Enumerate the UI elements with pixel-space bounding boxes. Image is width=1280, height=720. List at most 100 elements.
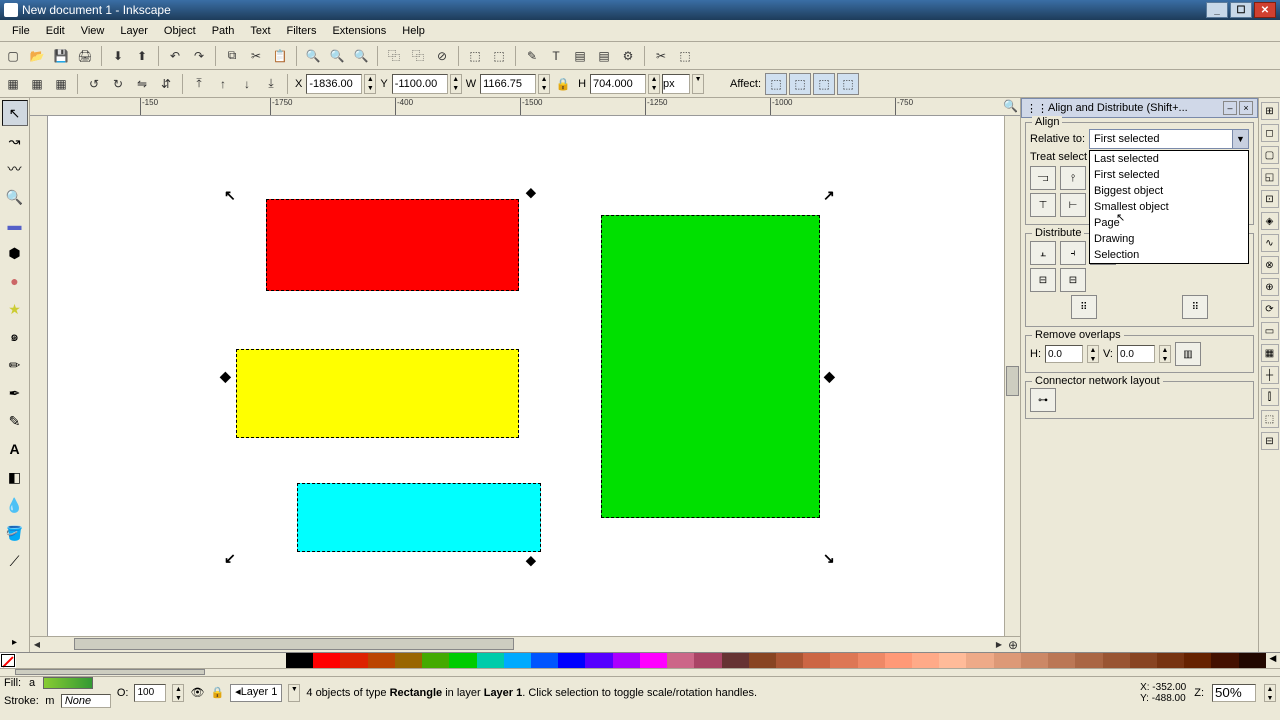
swatch[interactable] [912, 653, 939, 669]
handle-nw[interactable]: ↖ [224, 187, 236, 204]
bezier-tool[interactable]: ✒ [2, 380, 28, 406]
handle-sw[interactable]: ↙ [224, 550, 236, 567]
swatch[interactable] [613, 653, 640, 669]
maximize-button[interactable]: ☐ [1230, 2, 1252, 18]
dd-selection[interactable]: Selection [1090, 247, 1248, 263]
tweak-tool[interactable]: 〰 [2, 156, 28, 182]
zoom-input[interactable] [1212, 684, 1256, 702]
yellow-rectangle[interactable] [236, 349, 519, 438]
panel-close-icon[interactable]: × [1239, 101, 1253, 115]
swatch[interactable] [558, 653, 585, 669]
clone-icon[interactable]: ⿻ [407, 45, 429, 67]
minimize-button[interactable]: _ [1206, 2, 1228, 18]
zoom-tool[interactable]: 🔍 [2, 184, 28, 210]
snap-intersect-icon[interactable]: ⊗ [1261, 256, 1279, 274]
raise-icon[interactable]: ↑ [212, 73, 234, 95]
pencil-tool[interactable]: ✏ [2, 352, 28, 378]
zoom-draw-icon[interactable]: 🔍 [326, 45, 348, 67]
swatch[interactable] [994, 653, 1021, 669]
opacity-spinner[interactable]: ▲▼ [172, 684, 184, 702]
print-icon[interactable]: 🖨 [74, 45, 96, 67]
text-tool[interactable]: A [2, 436, 28, 462]
close-button[interactable]: ✕ [1254, 2, 1276, 18]
menu-edit[interactable]: Edit [38, 23, 73, 39]
align-dialog-icon[interactable]: ▤ [593, 45, 615, 67]
swatch[interactable] [749, 653, 776, 669]
fill-dialog-icon[interactable]: ✎ [521, 45, 543, 67]
menu-layer[interactable]: Layer [112, 23, 156, 39]
no-color-swatch[interactable] [0, 653, 16, 668]
handle-n[interactable]: ⬥ [526, 184, 536, 201]
selector-tool[interactable]: ↖ [2, 100, 28, 126]
snap-path-icon[interactable]: ∿ [1261, 234, 1279, 252]
connector-tool[interactable]: ⟋ [2, 548, 28, 574]
dist-left-icon[interactable]: ⫠ [1030, 241, 1056, 265]
swatch[interactable] [585, 653, 612, 669]
affect-stroke-icon[interactable]: ⬚ [765, 73, 787, 95]
swatch[interactable] [722, 653, 749, 669]
dd-last-selected[interactable]: Last selected [1090, 151, 1248, 167]
snap-corner-icon[interactable]: ◱ [1261, 168, 1279, 186]
snap-grid-icon[interactable]: ▦ [1261, 344, 1279, 362]
opacity-input[interactable] [134, 684, 166, 702]
swatch[interactable] [776, 653, 803, 669]
lower-bottom-icon[interactable]: ⤓ [260, 73, 282, 95]
horizontal-ruler[interactable]: -150 -1750 -400 -1500 -1250 -1000 -750 🔍 [30, 98, 1020, 116]
x-input[interactable] [306, 74, 362, 94]
menu-filters[interactable]: Filters [279, 23, 325, 39]
expand-icon[interactable]: ▸ [12, 637, 17, 648]
affect-corners-icon[interactable]: ⬚ [789, 73, 811, 95]
spiral-tool[interactable]: ๑ [2, 324, 28, 350]
menu-text[interactable]: Text [242, 23, 278, 39]
ungroup-icon[interactable]: ⬚ [488, 45, 510, 67]
visibility-icon[interactable]: 👁 [190, 686, 204, 699]
flip-h-icon[interactable]: ⇋ [131, 73, 153, 95]
align-left-icon[interactable]: ⫎ [1030, 166, 1056, 190]
ellipse-tool[interactable]: ● [2, 268, 28, 294]
handle-w[interactable]: ◆ [220, 368, 231, 385]
snap-edge-icon[interactable]: ▢ [1261, 146, 1279, 164]
swatch[interactable] [1103, 653, 1130, 669]
layer-dropdown[interactable]: ▼ [288, 684, 300, 702]
w-spinner[interactable]: ▲▼ [538, 74, 550, 94]
select-all-icon[interactable]: ▦ [2, 73, 24, 95]
raise-top-icon[interactable]: ⤒ [188, 73, 210, 95]
dist-right2-icon[interactable]: ⊟ [1060, 268, 1086, 292]
select-layers-icon[interactable]: ▦ [26, 73, 48, 95]
scroll-right-icon[interactable]: ▶ [992, 638, 1006, 652]
randomize-icon[interactable]: ⠿ [1071, 295, 1097, 319]
dd-page[interactable]: Page [1090, 215, 1248, 231]
rotate-ccw-icon[interactable]: ↺ [83, 73, 105, 95]
cyan-rectangle[interactable] [297, 483, 541, 552]
bucket-tool[interactable]: 🪣 [2, 520, 28, 546]
y-spinner[interactable]: ▲▼ [450, 74, 462, 94]
swatch[interactable] [395, 653, 422, 669]
layer-selector[interactable]: ◂Layer 1 [230, 684, 282, 702]
vertical-ruler[interactable] [30, 116, 48, 636]
xml-icon[interactable]: ▤ [569, 45, 591, 67]
handle-s[interactable]: ⬥ [526, 552, 536, 569]
redo-icon[interactable]: ↷ [188, 45, 210, 67]
snap-rotation-icon[interactable]: ⟳ [1261, 300, 1279, 318]
swatch[interactable] [1184, 653, 1211, 669]
menu-view[interactable]: View [73, 23, 113, 39]
swatch[interactable] [803, 653, 830, 669]
swatch[interactable] [1021, 653, 1048, 669]
unlink-icon[interactable]: ⊘ [431, 45, 453, 67]
remove-overlap-button[interactable]: ▥ [1175, 342, 1201, 366]
text-dialog-icon[interactable]: T [545, 45, 567, 67]
swatch[interactable] [286, 653, 313, 669]
swatch[interactable] [1130, 653, 1157, 669]
canvas[interactable]: ↖ ⬥ ↗ ◆ ◆ ↙ ⬥ ↘ [48, 116, 1004, 636]
inkscape-prefs-icon[interactable]: ⬚ [674, 45, 696, 67]
zoom-page-icon[interactable]: 🔍 [350, 45, 372, 67]
menu-help[interactable]: Help [394, 23, 433, 39]
panel-min-icon[interactable]: – [1223, 101, 1237, 115]
save-icon[interactable]: 💾 [50, 45, 72, 67]
snap-guide-icon[interactable]: ┼ [1261, 366, 1279, 384]
align-top-icon[interactable]: ⊤ [1030, 193, 1056, 217]
v-input[interactable] [1117, 345, 1155, 363]
horizontal-scrollbar[interactable]: ◀ ▶ ⊕ [30, 636, 1020, 652]
affect-gradient-icon[interactable]: ⬚ [813, 73, 835, 95]
import-icon[interactable]: ⬇ [107, 45, 129, 67]
